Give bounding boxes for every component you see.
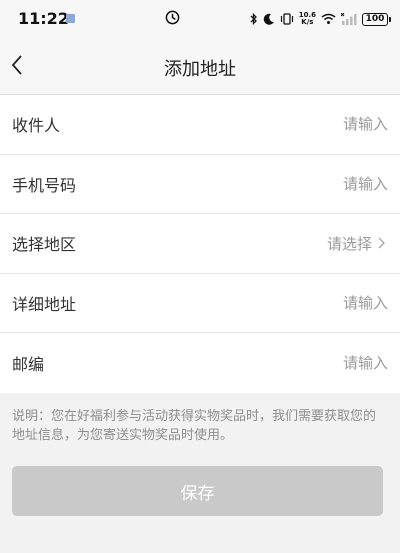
phone-input[interactable] [268,174,388,193]
detail-address-row[interactable]: 详细地址 [0,274,400,333]
phone-label: 手机号码 [12,175,77,195]
recipient-row[interactable]: 收件人 [0,95,400,155]
region-label: 选择地区 [12,235,77,255]
region-row[interactable]: 选择地区 请选择 [0,214,400,274]
phone-row[interactable]: 手机号码 [0,155,400,214]
save-button[interactable]: 保存 [12,466,383,516]
network-speed: 10.6 K/s [298,11,316,26]
signal-icon [341,13,357,25]
status-time: 11:22 [18,9,69,28]
postcode-row[interactable]: 邮编 [0,333,400,393]
detail-address-input[interactable] [268,293,388,312]
nav-bar: 添加地址 [0,37,400,95]
chevron-right-icon [378,236,388,250]
page-title: 添加地址 [164,59,236,80]
wifi-icon [321,13,336,24]
address-usage-note: 说明：您在好福利参与活动获得实物奖品时，我们需要获取您的地址信息，为您寄送实物奖… [12,408,377,443]
recipient-input[interactable] [268,115,388,134]
battery-level: 100 [365,14,385,24]
status-bar: 11:22 10.6 K/s 100 [0,0,400,37]
recipient-label: 收件人 [12,116,61,136]
postcode-input[interactable] [268,353,388,372]
battery-icon: 100 [362,12,391,26]
data-saver-icon [165,10,180,25]
vibrate-icon [280,13,293,25]
postcode-label: 邮编 [12,354,45,374]
detail-address-label: 详细地址 [12,294,77,314]
moon-icon [263,13,274,25]
bluetooth-icon [250,12,257,26]
address-form: 收件人 手机号码 选择地区 请选择 详细地址 邮编 [0,95,400,393]
notification-icon [66,14,75,23]
region-select[interactable]: 请选择 [327,233,372,254]
